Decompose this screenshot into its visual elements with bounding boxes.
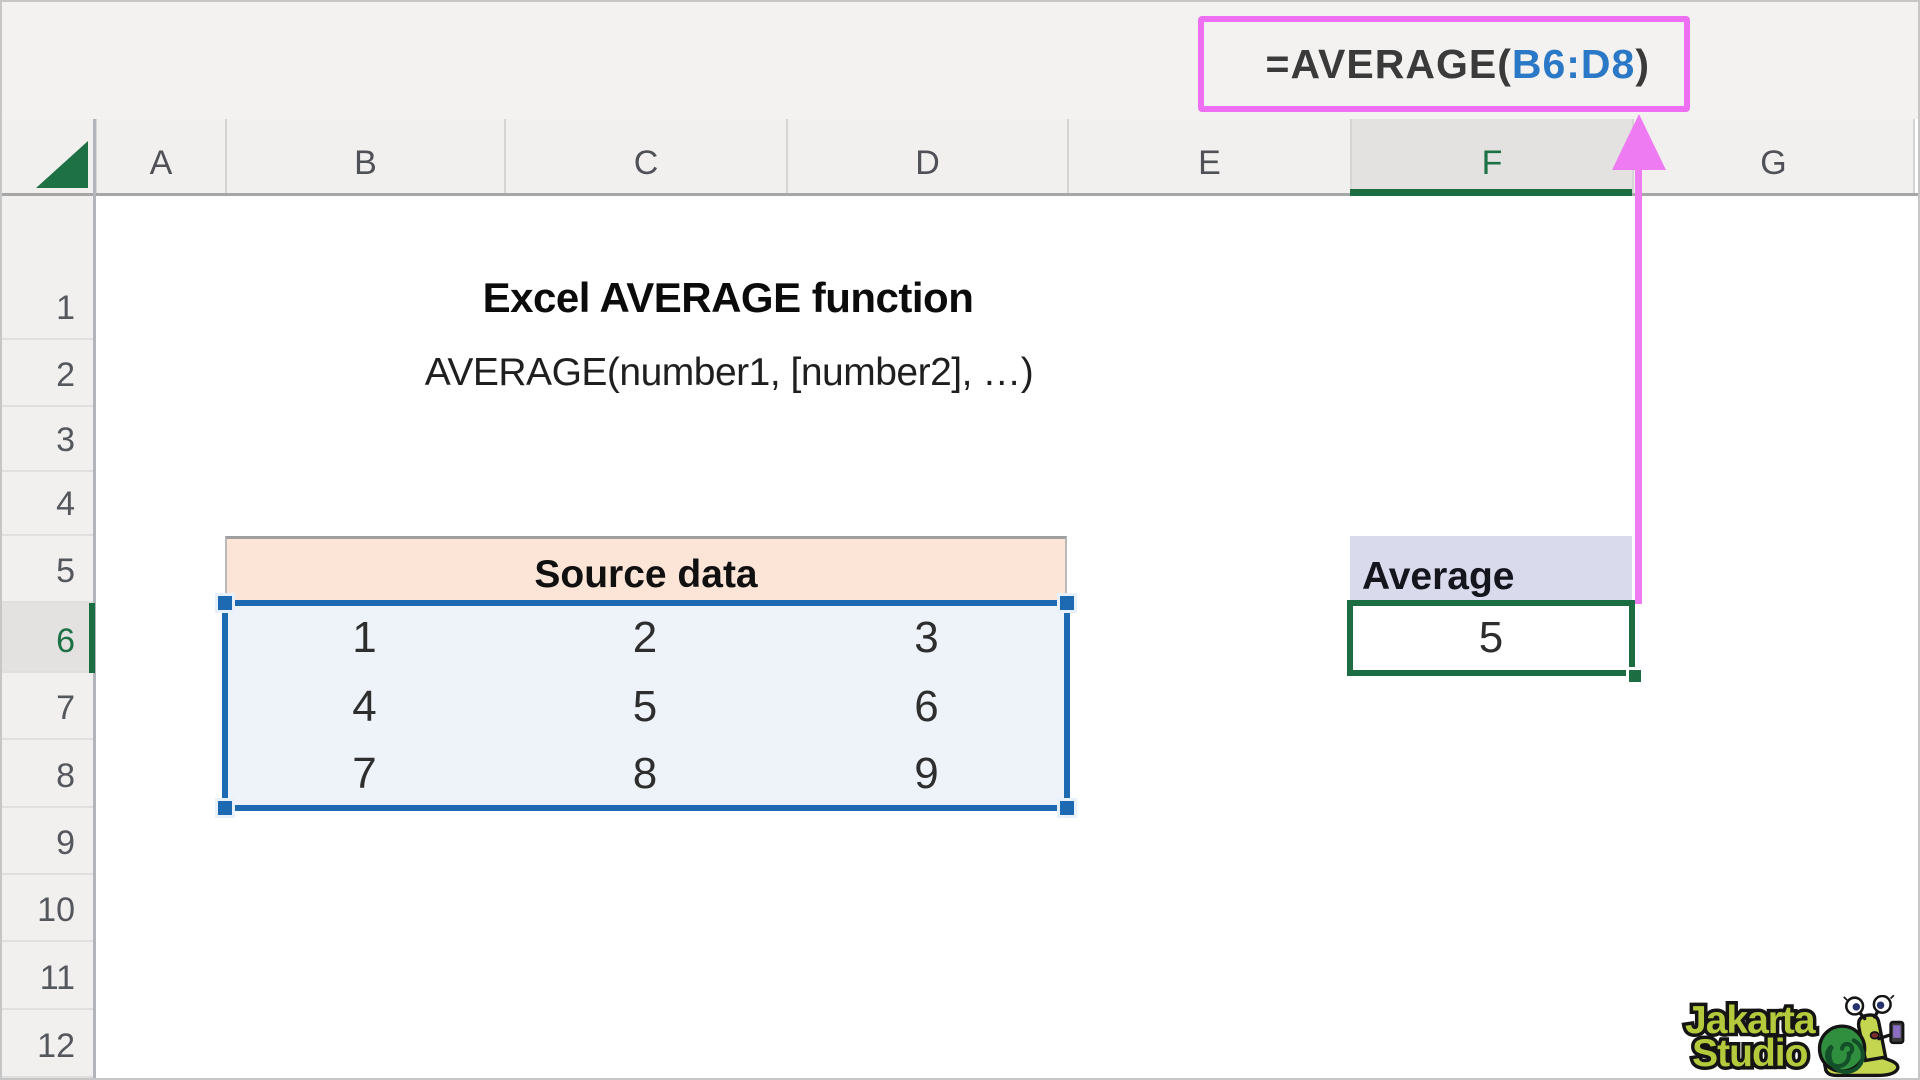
row-header-7[interactable]: 7 [2,673,95,740]
annotation-arrow-head-icon [1612,114,1666,170]
cell-d7[interactable]: 6 [786,673,1067,740]
active-cell-f6[interactable]: 5 [1347,600,1635,676]
row-header-6-selected[interactable]: 6 [2,603,95,673]
row-header-3[interactable]: 3 [2,407,95,472]
row-header-8[interactable]: 8 [2,740,95,808]
source-data-header-cell[interactable]: Source data [225,536,1067,603]
formula-range-part: B6:D8 [1512,41,1635,88]
cell-b7[interactable]: 4 [225,673,504,740]
snail-icon [1817,995,1909,1079]
watermark-text: Jakarta Studio [1685,1004,1815,1070]
column-header-g[interactable]: G [1632,119,1915,195]
row-header-11[interactable]: 11 [2,942,95,1010]
row-header-10[interactable]: 10 [2,875,95,942]
row-header-4[interactable]: 4 [2,472,95,536]
watermark: Jakarta Studio [1685,995,1909,1079]
cell-c6[interactable]: 2 [504,603,786,673]
selection-handle-top-right[interactable] [1057,593,1077,613]
cell-c8[interactable]: 8 [504,740,786,808]
row-header-divider-line [93,119,96,1080]
selected-row-bar [89,603,95,673]
row-header-5[interactable]: 5 [2,536,95,603]
selection-handle-bottom-left[interactable] [215,798,235,818]
header-divider-line [2,193,1920,196]
select-all-triangle-icon [36,141,88,188]
sheet-syntax-line: AVERAGE(number1, [number2], …) [425,351,1034,395]
excel-window: SUM ƒx =AVERAGE( B6:D8 ) A B C D E F G 1… [0,0,1920,1080]
selection-handle-bottom-right[interactable] [1057,798,1077,818]
formula-close-paren: ) [1635,41,1650,88]
cell-d6[interactable]: 3 [786,603,1067,673]
column-header-d[interactable]: D [786,119,1067,195]
column-header-b[interactable]: B [225,119,504,195]
column-header-c[interactable]: C [504,119,786,195]
row-header-12[interactable]: 12 [2,1010,95,1078]
cell-b6[interactable]: 1 [225,603,504,673]
column-header-a[interactable]: A [95,119,225,195]
sheet-title: Excel AVERAGE function [483,274,974,322]
cell-c7[interactable]: 5 [504,673,786,740]
column-header-e[interactable]: E [1067,119,1350,195]
cell-d8[interactable]: 9 [786,740,1067,808]
selected-column-underline [1350,189,1632,196]
formula-annotation-box: =AVERAGE( B6:D8 ) [1198,16,1690,112]
row-header-1[interactable]: 1 [2,195,95,340]
annotation-arrow-line [1635,166,1642,604]
fill-handle[interactable] [1626,667,1644,685]
row-header-2[interactable]: 2 [2,340,95,407]
row-header-9[interactable]: 9 [2,808,95,875]
cell-b8[interactable]: 7 [225,740,504,808]
column-header-f-selected[interactable]: F [1350,119,1632,195]
selection-handle-top-left[interactable] [215,593,235,613]
average-header-cell[interactable]: Average [1350,536,1632,603]
formula-function-part: =AVERAGE( [1266,41,1512,88]
